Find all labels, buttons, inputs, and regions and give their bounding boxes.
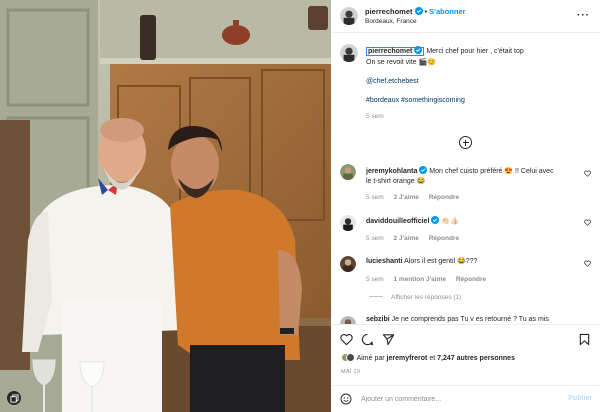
post-location[interactable]: Bordeaux, France (365, 18, 417, 25)
comment-composer: Publier (331, 385, 600, 412)
caption-text-line1: Merci chef pour hier , c'était top (426, 48, 524, 55)
author-avatar[interactable] (340, 7, 358, 25)
bookmark-icon[interactable] (578, 333, 591, 346)
heart-icon[interactable] (584, 260, 591, 267)
comment-icon[interactable] (361, 333, 374, 346)
follow-button[interactable]: S'abonner (429, 7, 465, 16)
caption-avatar[interactable] (340, 44, 358, 62)
show-replies-button[interactable]: Afficher les réponses (1) (369, 294, 461, 301)
verified-icon (414, 7, 423, 15)
liked-by-count[interactable]: 7,247 autres personnes (437, 355, 515, 362)
caption-hashtags[interactable]: #bordeaux #somethingiscoming (366, 97, 465, 104)
liked-by: Aimé par jeremyfrerot et 7,247 autres pe… (341, 353, 515, 362)
comment-text: 👏🏻👍🏻 (439, 218, 459, 225)
reply-button[interactable]: Répondre (429, 235, 459, 242)
commenter-avatar[interactable] (340, 164, 356, 180)
post-header: pierrechomet • S'abonner Bordeaux, France … (331, 0, 600, 33)
reply-button[interactable]: Répondre (429, 194, 459, 201)
comments-area[interactable]: pierrechomet Merci chef pour hier , c'ét… (331, 34, 600, 324)
comment-time: 5 sem (366, 194, 384, 201)
post-actions: Aimé par jeremyfrerot et 7,247 autres pe… (331, 324, 600, 384)
commenter-avatar[interactable] (340, 316, 356, 324)
comment-likes[interactable]: 2 J'aime (394, 235, 419, 242)
caption-username[interactable]: pierrechomet (366, 46, 425, 56)
commenter-avatar[interactable] (340, 256, 356, 272)
liker-avatar (346, 353, 355, 362)
comment-input[interactable] (361, 392, 551, 406)
publish-button[interactable]: Publier (568, 395, 592, 402)
comment-time: 5 sem (366, 276, 384, 283)
liked-by-prefix: Aimé par (356, 355, 385, 362)
heart-icon[interactable] (584, 170, 591, 177)
heart-icon[interactable] (340, 333, 353, 346)
comment-text: Je ne comprends pas Tu v es retourné ? T… (389, 316, 549, 323)
commenter-username[interactable]: sebzibi (366, 316, 390, 323)
share-icon[interactable] (382, 333, 395, 346)
caption-text-line2: On se revoit vite 🎬😊 (366, 59, 436, 66)
author-username[interactable]: pierrechomet (365, 7, 413, 16)
photo-illustration (0, 0, 331, 412)
commenter-username[interactable]: daviddouilleofficiel (366, 218, 429, 225)
comment-text: Alors il est gentil 😂??? (402, 258, 478, 265)
comment-meta: 5 sem 1 mention J'aime Répondre (366, 276, 486, 283)
comment-text: Mon chef cuisto préféré 😍 !! Celui avec (427, 168, 554, 175)
commenter-avatar[interactable] (340, 215, 356, 231)
commenter-username[interactable]: jeremykohlanta (366, 168, 417, 175)
post-date[interactable]: MAI 19 (341, 369, 360, 375)
caption-time: 5 sem (366, 113, 384, 120)
reply-button[interactable]: Répondre (456, 276, 486, 283)
more-icon[interactable]: ··· (577, 10, 590, 21)
comment-meta: 5 sem 3 J'aime Répondre (366, 194, 459, 201)
verified-icon (414, 46, 423, 54)
comment-text-line2: le t-shirt orange 😂 (366, 178, 426, 185)
comment-meta: 5 sem 2 J'aime Répondre (366, 235, 459, 242)
heart-icon[interactable] (584, 219, 591, 226)
liked-by-conj: et (429, 355, 436, 362)
comment-mention-likes[interactable]: 1 mention J'aime (394, 276, 446, 283)
caption-mention[interactable]: @chef.etchebest (366, 78, 419, 85)
post-side-panel: pierrechomet • S'abonner Bordeaux, France … (331, 0, 600, 412)
comment-likes[interactable]: 3 J'aime (394, 194, 419, 201)
multi-photo-icon (7, 391, 21, 405)
comment-time: 5 sem (366, 235, 384, 242)
add-circle-icon[interactable] (459, 136, 472, 149)
liked-by-user[interactable]: jeremyfrerot (387, 355, 428, 362)
emoji-icon[interactable] (340, 393, 352, 405)
commenter-username[interactable]: lucieshanti (366, 258, 403, 265)
separator-dot: • (424, 7, 428, 16)
post-photo[interactable] (0, 0, 331, 412)
